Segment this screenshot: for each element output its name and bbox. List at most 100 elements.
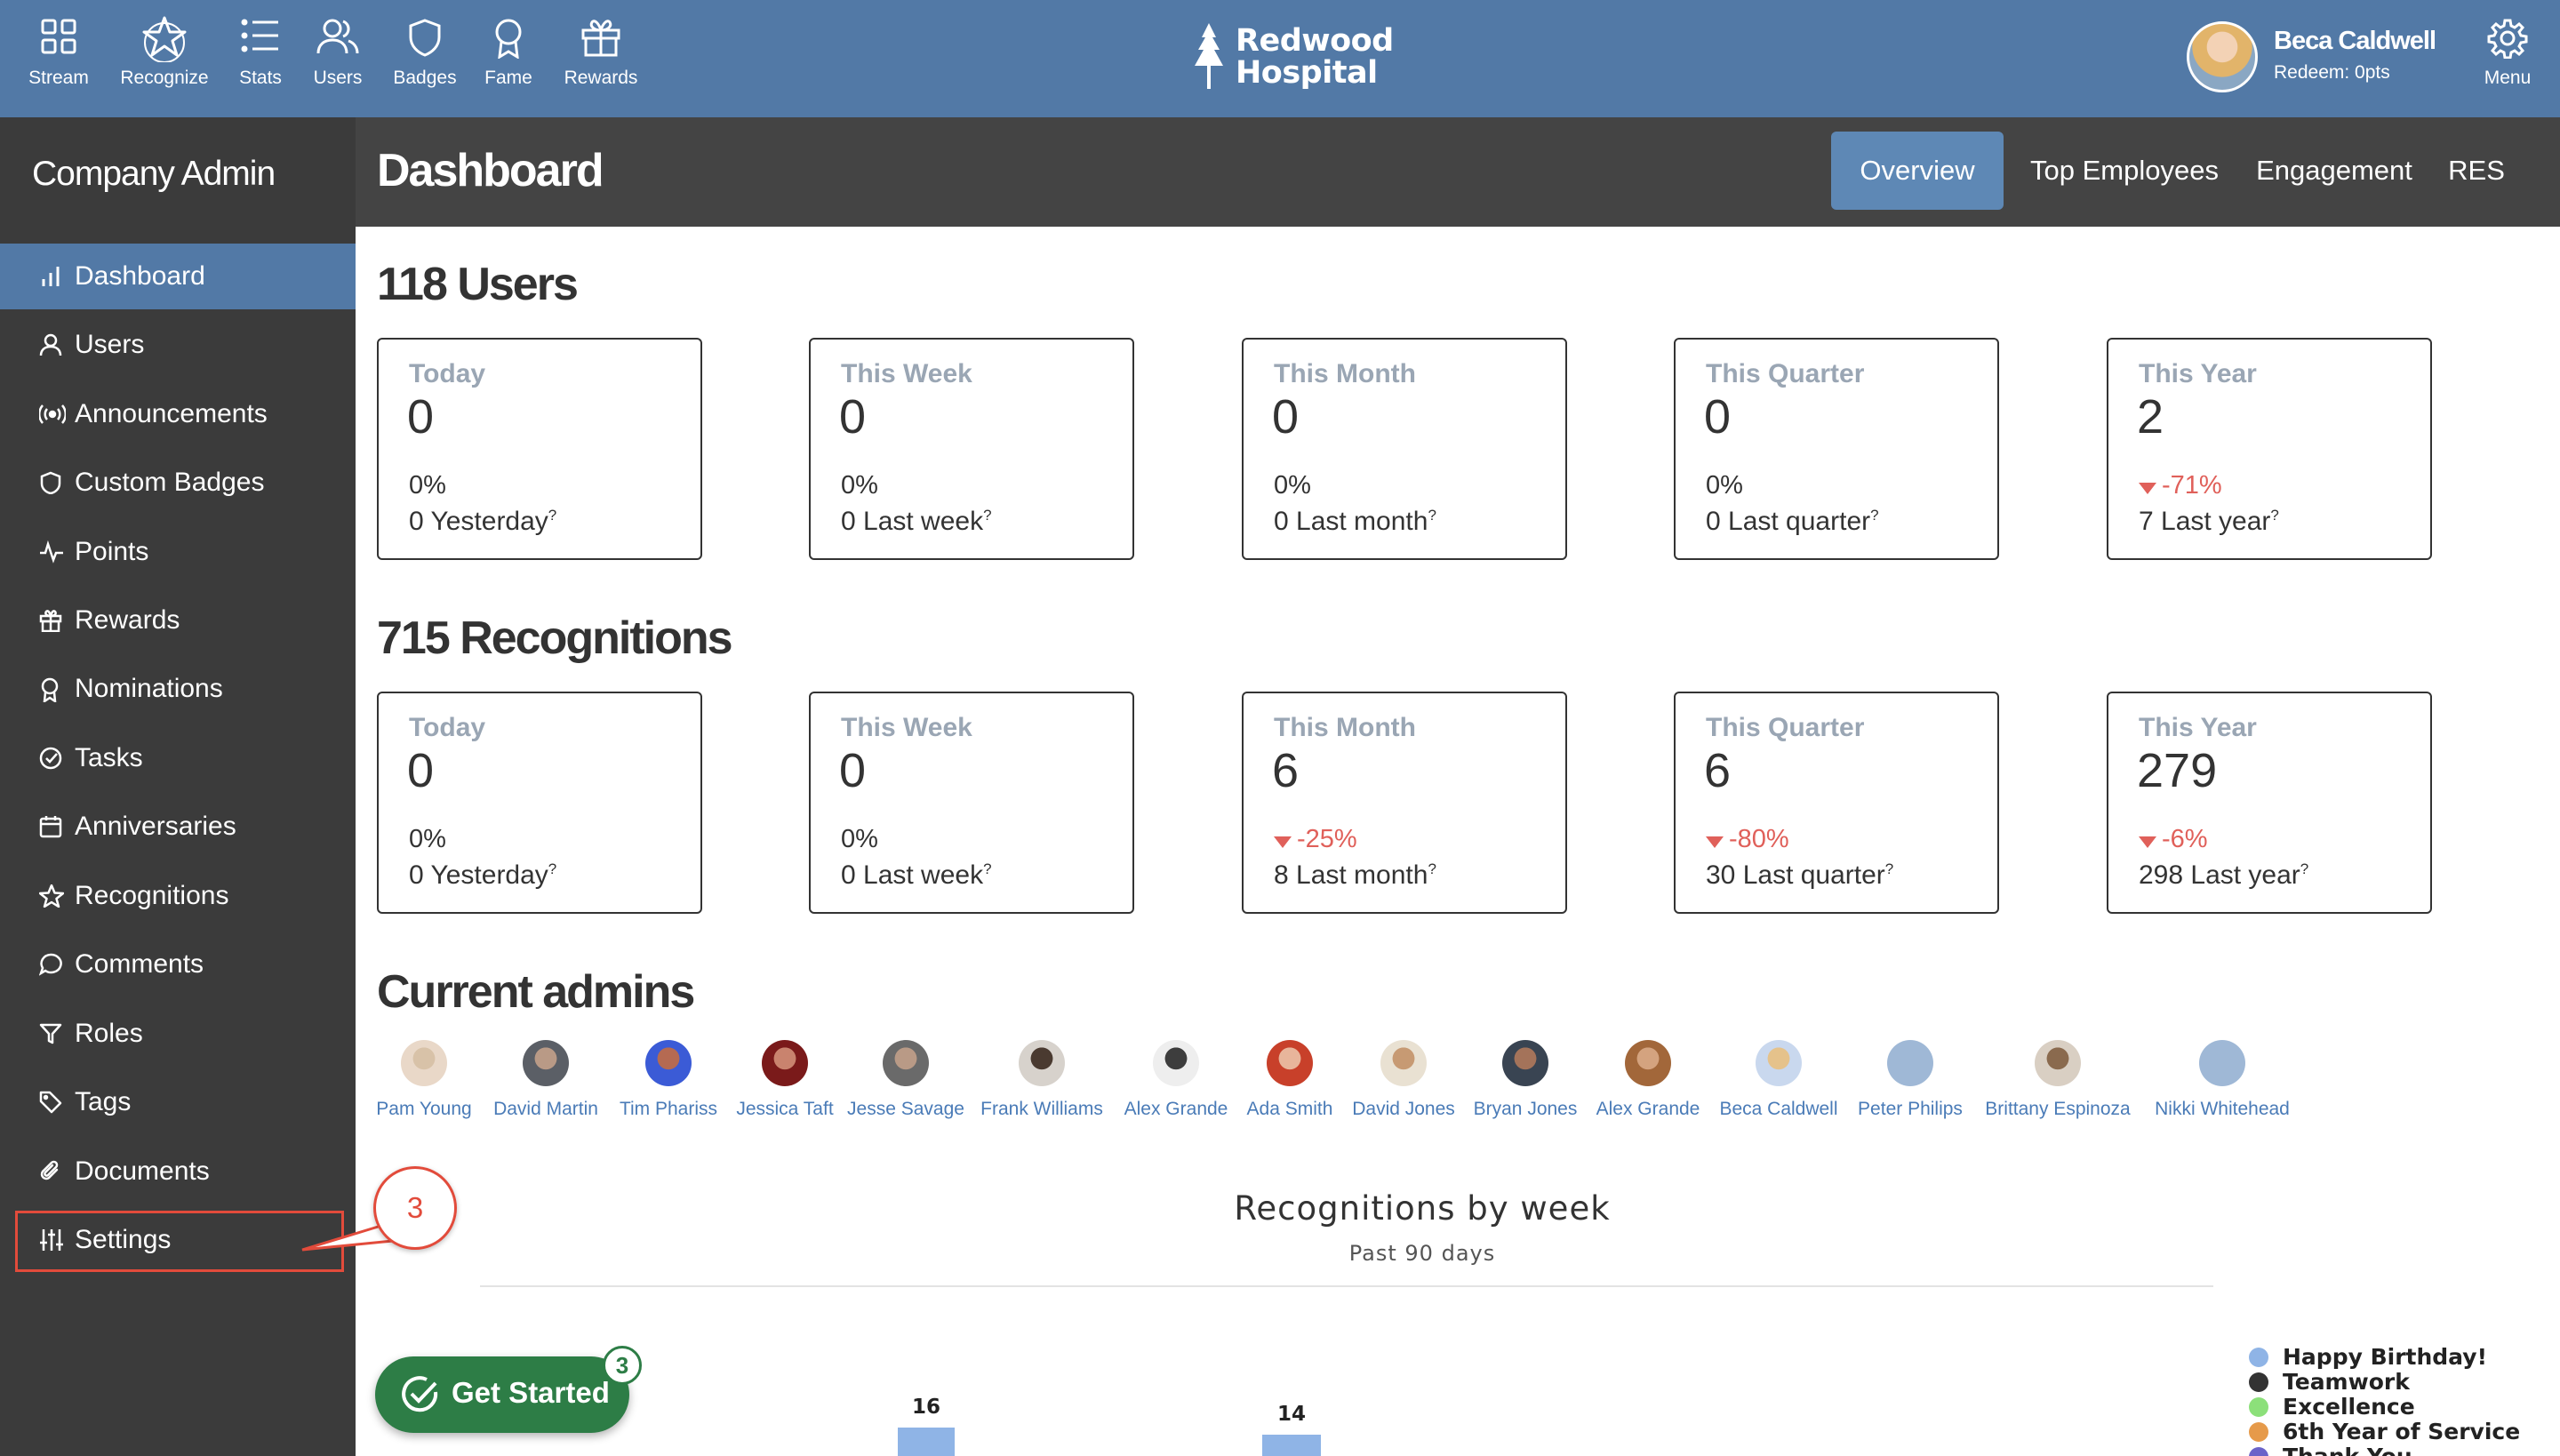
legend-item[interactable]: Excellence [2249,1394,2415,1420]
nav-rewards[interactable]: Rewards [558,0,644,117]
nav-stats[interactable]: Stats [228,0,293,117]
help-icon[interactable]: ? [1428,507,1436,524]
help-icon[interactable]: ? [2300,860,2308,877]
admin-avatar[interactable] [1019,1040,1065,1086]
stat-card-comparison: 298 Last year? [2139,860,2308,891]
sidebar-item-custom-badges[interactable]: Custom Badges [0,450,356,516]
admin-avatar[interactable] [1153,1040,1199,1086]
sidebar-item-users[interactable]: Users [0,312,356,378]
nav-badges[interactable]: Badges [386,0,464,117]
gift-icon [39,610,62,632]
sidebar-item-label: Custom Badges [75,468,265,497]
sidebar-item-points[interactable]: Points [0,519,356,585]
sidebar-item-documents[interactable]: Documents [0,1139,356,1204]
admin-avatar[interactable] [2199,1040,2245,1086]
help-icon[interactable]: ? [983,860,991,877]
pulse-icon [40,540,63,564]
admin-name[interactable]: Brittany Espinoza [1981,1099,2134,1120]
legend-label: Teamwork [2283,1369,2410,1395]
award-icon [41,677,59,702]
get-started-button[interactable]: Get Started [375,1356,629,1433]
sidebar-item-comments[interactable]: Comments [0,932,356,997]
sidebar-item-nominations[interactable]: Nominations [0,656,356,722]
sidebar-title: Company Admin [32,155,276,193]
legend-item[interactable]: 6th Year of Service [2249,1419,2520,1444]
star-icon [39,884,64,908]
user-name[interactable]: Beca Caldwell [2274,27,2436,56]
tab-res[interactable]: RES [2441,132,2512,210]
help-icon[interactable]: ? [1885,860,1893,877]
stat-card-change: 0% [841,825,878,853]
admin-name[interactable]: Nikki Whitehead [2146,1099,2299,1120]
chart-title: Recognitions by week [1234,1189,1611,1228]
stat-card-label: This Week [841,713,972,742]
stat-card-change: 0% [1706,471,1743,500]
admin-avatar[interactable] [1380,1040,1427,1086]
admin-avatar[interactable] [1625,1040,1671,1086]
check-circle-icon [402,1376,438,1412]
chart-data-label: 14 [1277,1403,1306,1426]
sidebar-item-recognitions[interactable]: Recognitions [0,863,356,929]
admin-avatar[interactable] [762,1040,808,1086]
admin-avatar[interactable] [2035,1040,2081,1086]
legend-item[interactable]: Teamwork [2249,1369,2410,1395]
tab-overview[interactable]: Overview [1831,132,2004,210]
admin-avatar[interactable] [1756,1040,1802,1086]
admin-avatar[interactable] [645,1040,692,1086]
help-icon[interactable]: ? [548,507,556,524]
hospital-logo[interactable]: Redwood Hospital [1191,21,1394,92]
admin-avatar[interactable] [523,1040,569,1086]
admin-avatar[interactable] [401,1040,447,1086]
admin-name[interactable]: Beca Caldwell [1702,1099,1855,1120]
legend-item[interactable]: Thank You [2249,1444,2412,1456]
admin-avatar[interactable] [1502,1040,1548,1086]
legend-item[interactable]: Happy Birthday! [2249,1344,2487,1370]
page-header: Dashboard Overview Top Employees Engagem… [356,117,2560,227]
admin-name[interactable]: Jesse Savage [829,1099,982,1120]
stat-card-comparison-text: 0 Last week [841,507,984,536]
menu-button[interactable]: Menu [2469,0,2546,117]
nav-stream[interactable]: Stream [14,0,103,117]
sidebar-item-label: Tasks [75,743,143,772]
nav-label: Stream [28,68,89,88]
nav-fame[interactable]: Fame [476,0,540,117]
stat-card-change: -80% [1706,825,1789,854]
stat-card-change: 0% [409,825,446,853]
tab-engagement[interactable]: Engagement [2245,132,2423,210]
help-icon[interactable]: ? [548,860,556,877]
admin-avatar[interactable] [1887,1040,1933,1086]
sidebar-item-anniversaries[interactable]: Anniversaries [0,794,356,860]
sidebar-item-dashboard[interactable]: Dashboard [0,244,356,309]
user-redeem-points: Redeem: 0pts [2274,62,2390,83]
nav-label: Rewards [564,68,638,88]
shield-icon [409,19,441,57]
calendar-icon [39,816,62,838]
sidebar-item-roles[interactable]: Roles [0,1001,356,1067]
nav-recognize[interactable]: Recognize [116,0,213,117]
stat-card-comparison: 0 Yesterday? [409,507,556,537]
chart-bar[interactable] [898,1428,955,1456]
sidebar-item-label: Comments [75,949,204,979]
user-avatar[interactable] [2187,21,2258,92]
chart-bar[interactable] [1262,1435,1321,1456]
nav-users[interactable]: Users [304,0,372,117]
tab-top-employees[interactable]: Top Employees [2021,132,2228,210]
sidebar-item-rewards[interactable]: Rewards [0,588,356,653]
stat-card: This Month 0 0% 0 Last month? [1242,338,1567,560]
help-icon[interactable]: ? [983,507,991,524]
help-icon[interactable]: ? [2270,507,2278,524]
sidebar-item-label: Users [75,330,145,359]
admin-name[interactable]: Peter Philips [1834,1099,1987,1120]
stat-card-value: 279 [2137,744,2218,797]
admin-avatar[interactable] [1267,1040,1313,1086]
sidebar-item-label: Points [75,537,149,566]
legend-label: Happy Birthday! [2283,1344,2487,1370]
admin-name[interactable]: Frank Williams [965,1099,1118,1120]
help-icon[interactable]: ? [1428,860,1436,877]
help-icon[interactable]: ? [1870,507,1878,524]
sidebar-item-tags[interactable]: Tags [0,1069,356,1135]
legend-swatch [2249,1372,2268,1392]
sidebar-item-tasks[interactable]: Tasks [0,725,356,791]
admin-avatar[interactable] [883,1040,929,1086]
sidebar-item-announcements[interactable]: Announcements [0,381,356,447]
